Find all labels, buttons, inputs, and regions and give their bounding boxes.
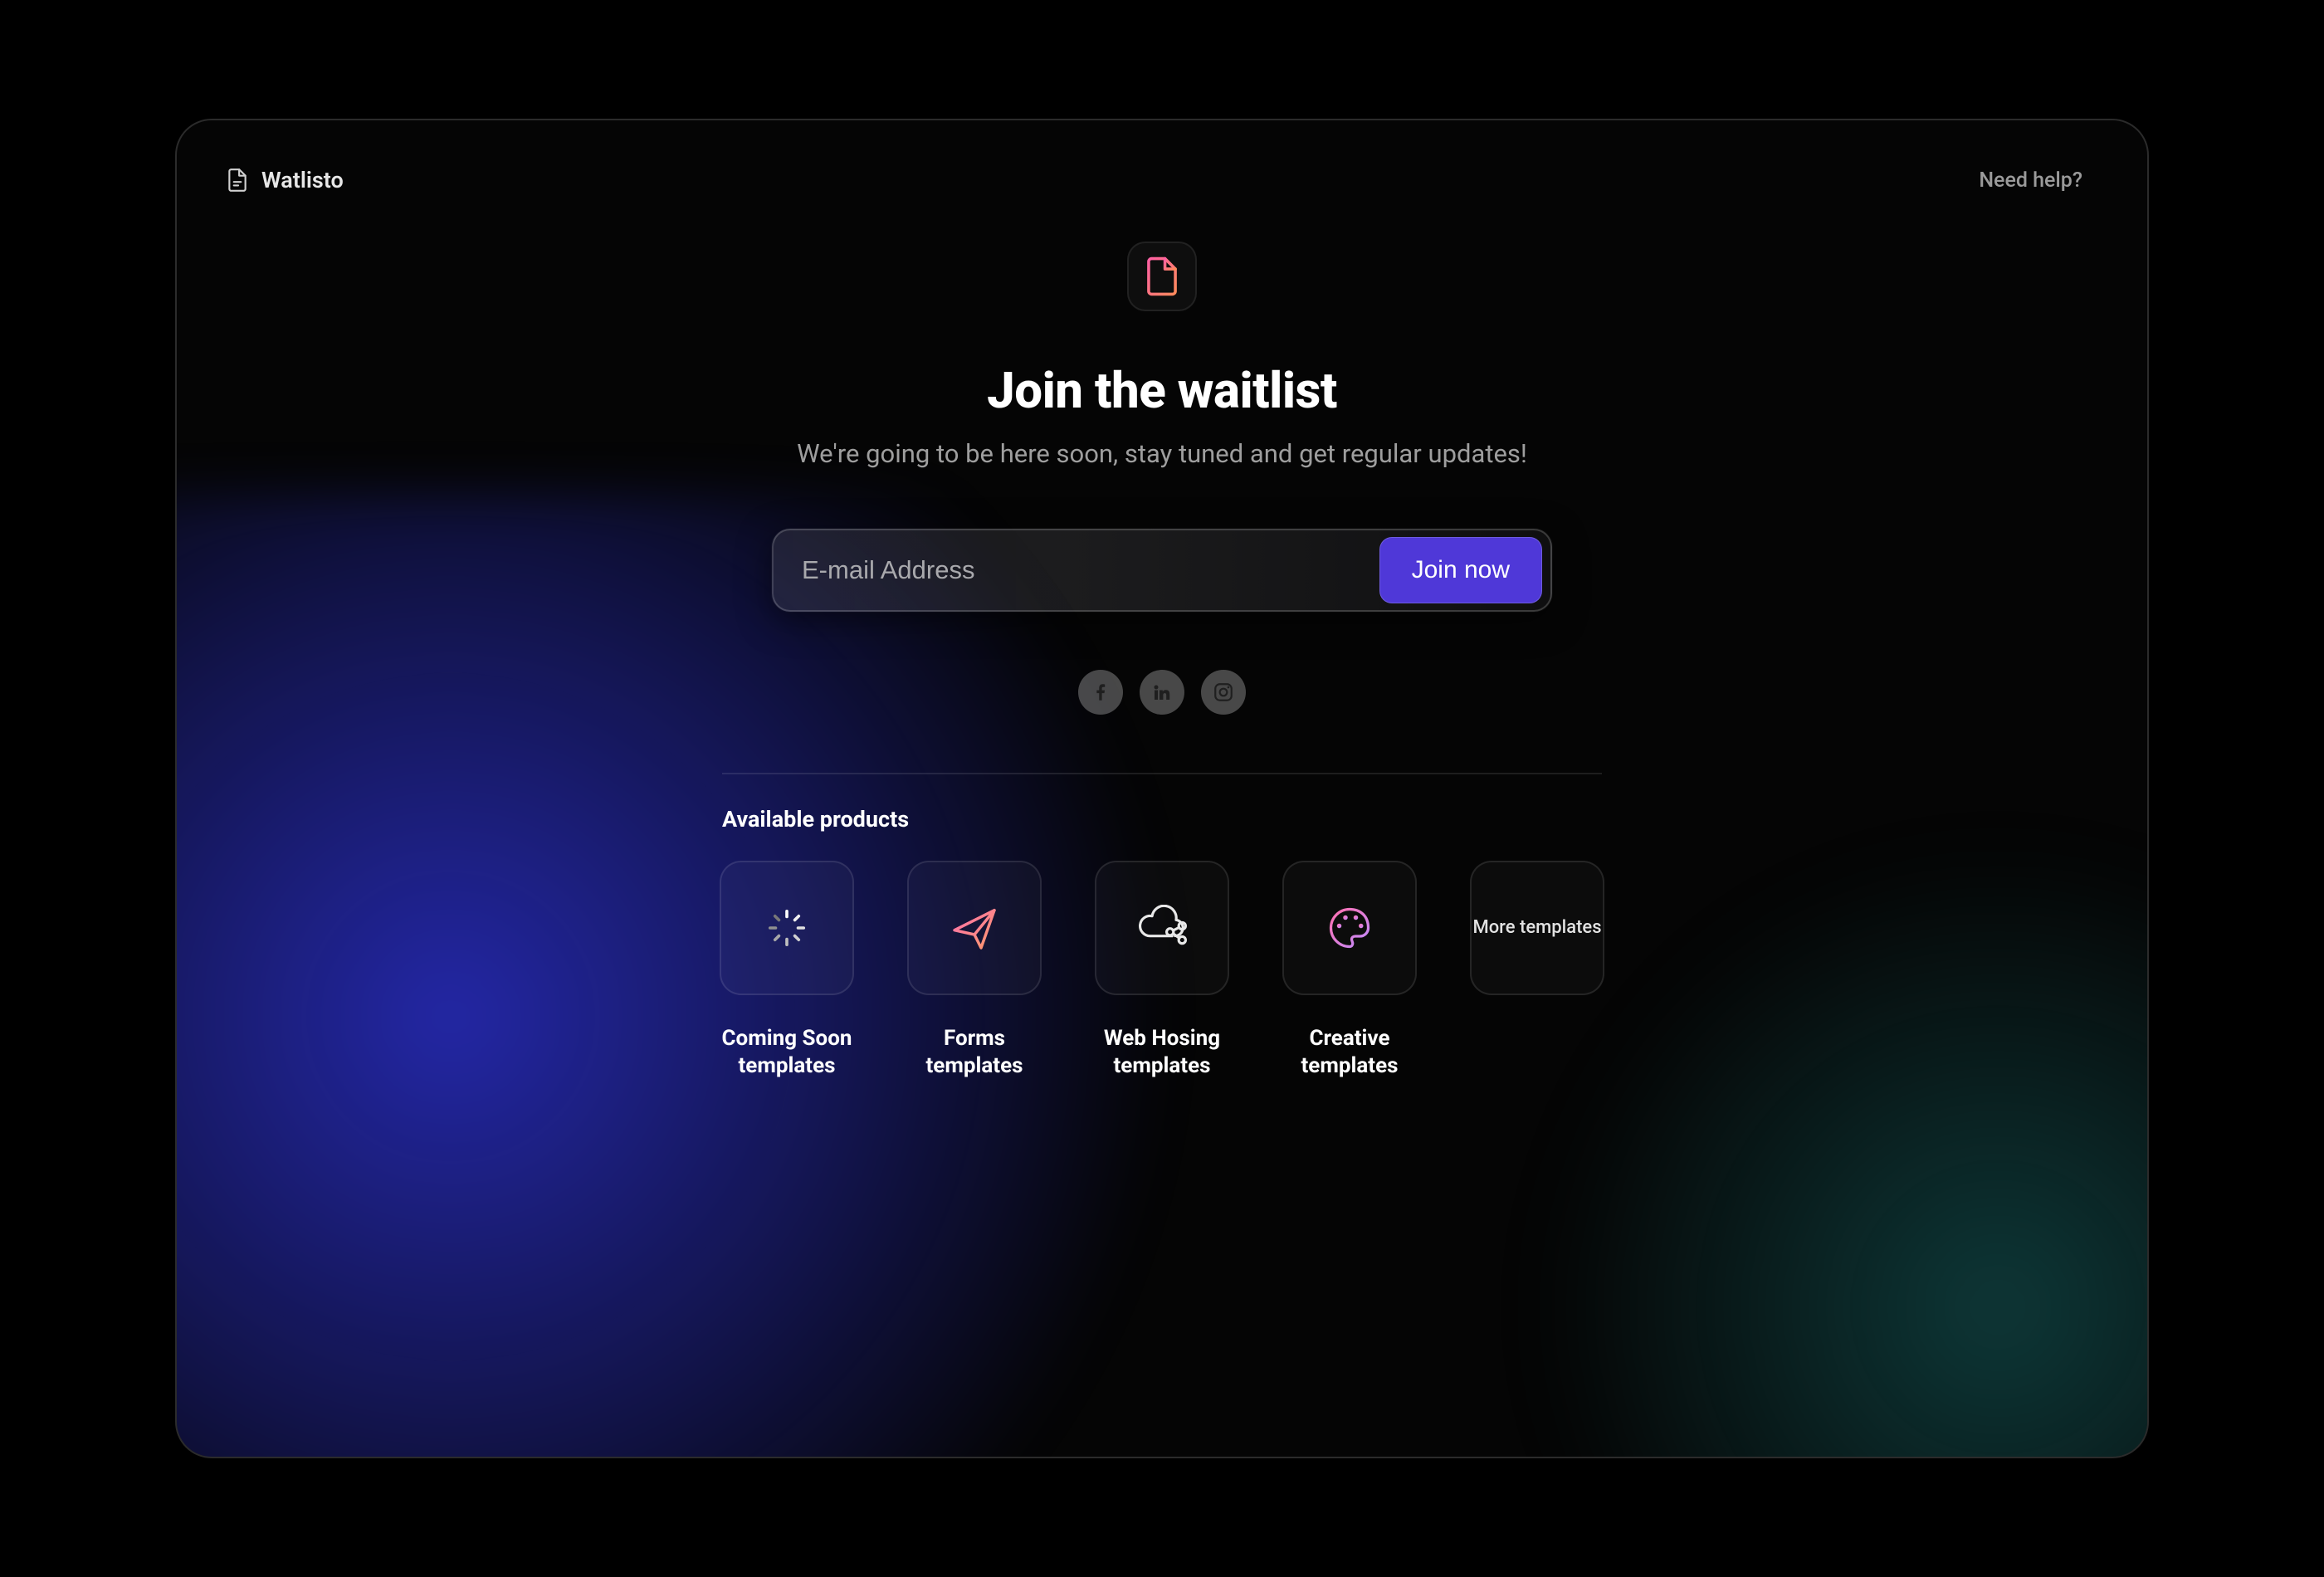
main: Join the waitlist We're going to be here…	[177, 193, 2147, 1457]
paper-plane-icon	[948, 901, 1001, 954]
spinner-icon	[764, 906, 809, 950]
card-caption: Creative templates	[1282, 1025, 1418, 1079]
instagram-link[interactable]	[1201, 670, 1246, 715]
social-links	[1078, 670, 1246, 715]
page-subtitle: We're going to be here soon, stay tuned …	[797, 438, 1527, 469]
product-cards: Coming Soon templates Forms templates	[719, 861, 1605, 1079]
product-card-creative[interactable]: Creative templates	[1282, 861, 1418, 1079]
app-window: Watlisto Need help?	[175, 119, 2149, 1458]
email-input[interactable]	[802, 555, 1379, 585]
product-card-more[interactable]: More templates	[1469, 861, 1605, 1079]
facebook-icon	[1090, 681, 1111, 703]
instagram-icon	[1213, 681, 1234, 703]
document-icon	[1144, 256, 1180, 297]
help-link[interactable]: Need help?	[1979, 168, 2082, 193]
facebook-link[interactable]	[1078, 670, 1123, 715]
products-heading: Available products	[722, 806, 1602, 832]
card-caption: Forms templates	[906, 1025, 1042, 1079]
linkedin-icon	[1152, 682, 1172, 702]
hero-icon-tile	[1127, 242, 1197, 311]
document-icon	[227, 168, 248, 193]
linkedin-link[interactable]	[1140, 670, 1184, 715]
topbar: Watlisto Need help?	[177, 120, 2147, 193]
divider	[722, 773, 1602, 774]
join-button[interactable]: Join now	[1379, 537, 1542, 603]
card-caption: Coming Soon templates	[719, 1025, 855, 1079]
palette-icon	[1325, 903, 1374, 953]
product-card-coming-soon[interactable]: Coming Soon templates	[719, 861, 855, 1079]
brand[interactable]: Watlisto	[227, 167, 344, 193]
card-caption: Web Hosing templates	[1094, 1025, 1230, 1079]
email-form: Join now	[772, 529, 1552, 612]
brand-name: Watlisto	[261, 167, 344, 193]
page-title: Join the waitlist	[987, 361, 1337, 420]
product-card-web-hosting[interactable]: Web Hosing templates	[1094, 861, 1230, 1079]
cloud-share-icon	[1134, 905, 1190, 951]
more-templates-label: More templates	[1472, 916, 1601, 940]
product-card-forms[interactable]: Forms templates	[906, 861, 1042, 1079]
